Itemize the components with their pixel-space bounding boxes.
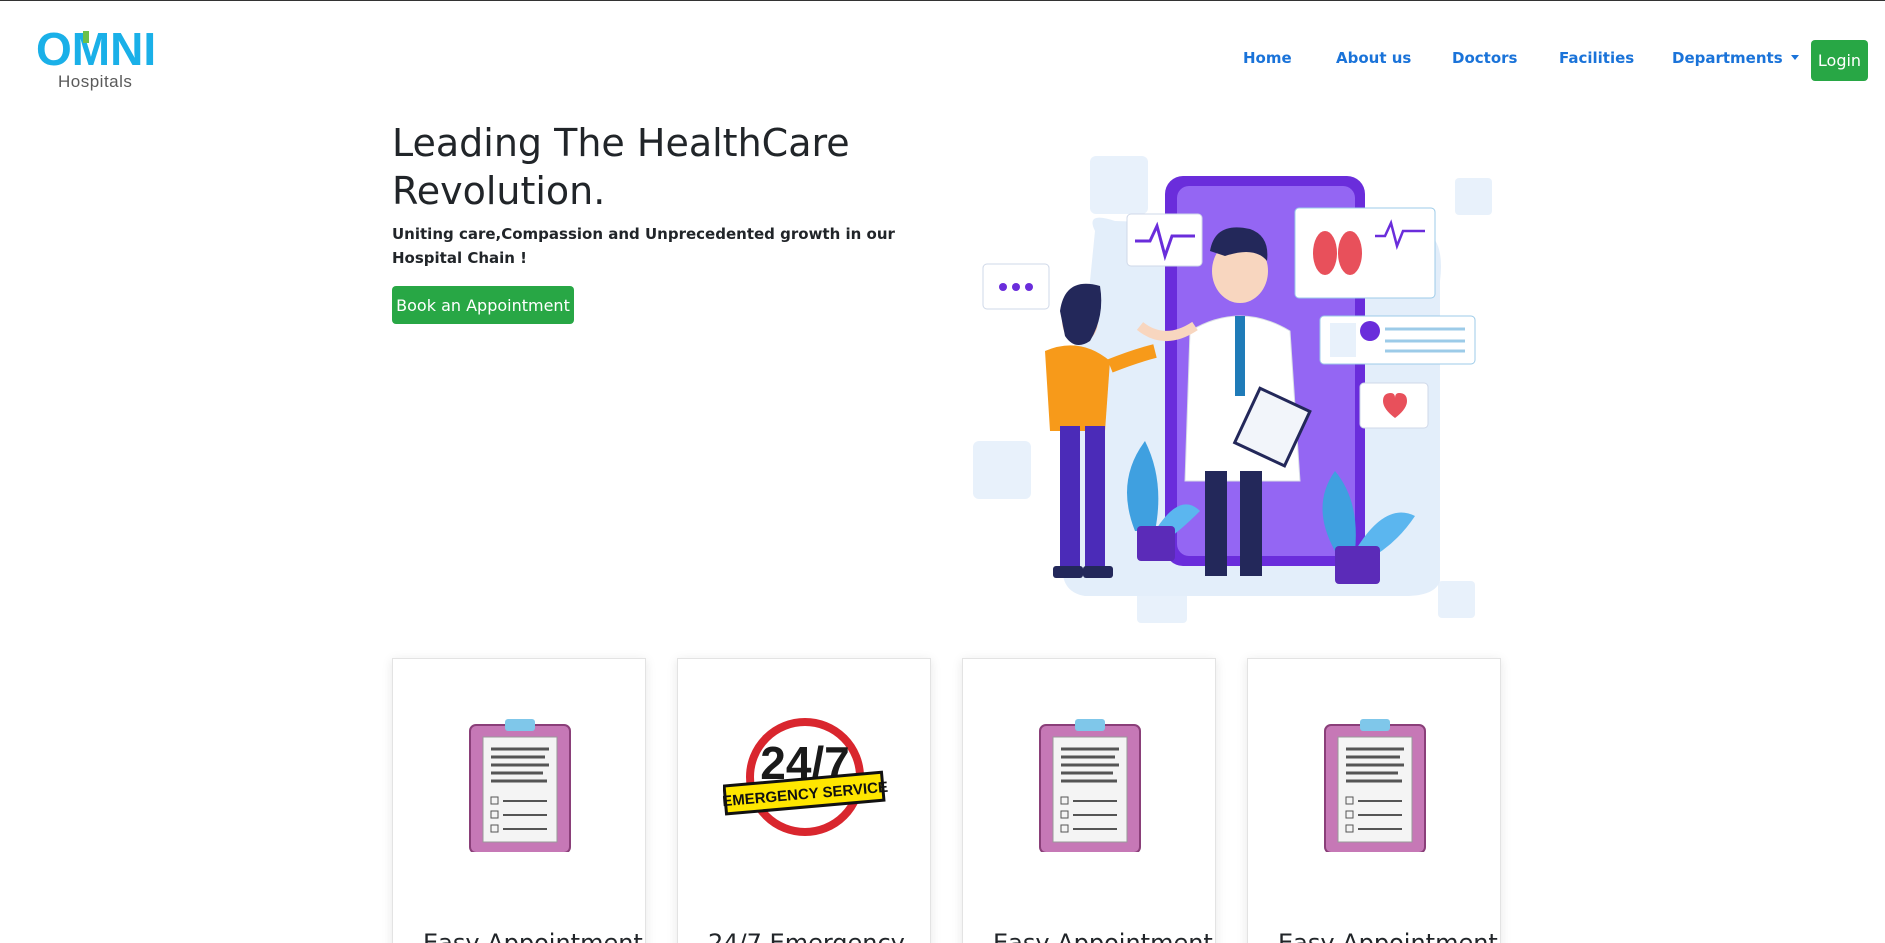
clipboard-icon — [1039, 719, 1141, 852]
clipboard-icon — [469, 719, 571, 852]
caret-down-icon — [1790, 55, 1799, 60]
hero-title-line2: Revolution. — [392, 169, 606, 213]
service-card[interactable]: Easy Appointment — [962, 658, 1216, 943]
nav-home[interactable]: Home — [1243, 49, 1292, 67]
login-button[interactable]: Login — [1811, 40, 1868, 81]
nav-departments-dropdown[interactable]: Departments — [1672, 49, 1799, 67]
doctor-consultation-illustration — [973, 156, 1492, 623]
card-title: Easy Appointment — [1278, 929, 1498, 943]
card-title: Easy Appointment — [993, 929, 1213, 943]
book-appointment-button[interactable]: Book an Appointment — [392, 286, 574, 324]
nav-facilities[interactable]: Facilities — [1559, 49, 1634, 67]
nav-about-us[interactable]: About us — [1336, 49, 1411, 67]
card-title: 24/7 Emergency — [708, 929, 905, 943]
clipboard-icon — [1324, 719, 1426, 852]
logo-subtitle: Hospitals — [58, 72, 133, 91]
nav-doctors[interactable]: Doctors — [1452, 49, 1517, 67]
hero-title-line1: Leading The HealthCare — [392, 121, 850, 165]
hero-subtitle: Uniting care,Compassion and Unprecedente… — [392, 225, 895, 267]
service-card[interactable]: Easy Appointment — [392, 658, 646, 943]
service-card[interactable]: 24/7 EMERGENCY SERVICE 24/7 Emergency — [677, 658, 931, 943]
emergency-247-icon: 24/7 EMERGENCY SERVICE — [723, 718, 888, 836]
card-title: Easy Appointment — [423, 929, 643, 943]
nav-departments-label: Departments — [1672, 49, 1783, 67]
hero-title: Leading The HealthCare Revolution. — [392, 119, 952, 215]
navbar: OMNI Hospitals Home About us Doctors Fac… — [0, 1, 1885, 119]
svg-text:OMNI: OMNI — [36, 25, 156, 75]
service-card[interactable]: Easy Appointment — [1247, 658, 1501, 943]
